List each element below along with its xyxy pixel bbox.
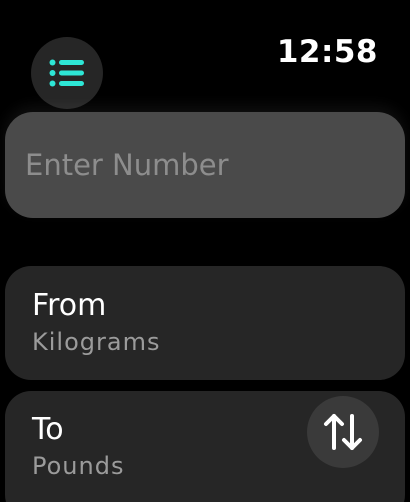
watch-screen: 12:58 Enter Number From Kilograms To Pou… — [0, 0, 410, 502]
to-title: To — [32, 412, 64, 447]
to-unit-value: Pounds — [32, 452, 125, 480]
swap-arrows-icon — [324, 414, 362, 450]
from-unit-value: Kilograms — [32, 328, 161, 356]
clock: 12:58 — [276, 34, 378, 70]
swap-units-button[interactable] — [307, 396, 379, 468]
list-icon — [49, 59, 84, 87]
from-unit-row[interactable]: From Kilograms — [5, 266, 405, 380]
to-unit-row[interactable]: To Pounds — [5, 391, 405, 502]
from-title: From — [32, 288, 107, 323]
number-input-placeholder: Enter Number — [25, 148, 229, 182]
menu-button[interactable] — [31, 37, 103, 109]
number-input[interactable]: Enter Number — [5, 112, 405, 218]
